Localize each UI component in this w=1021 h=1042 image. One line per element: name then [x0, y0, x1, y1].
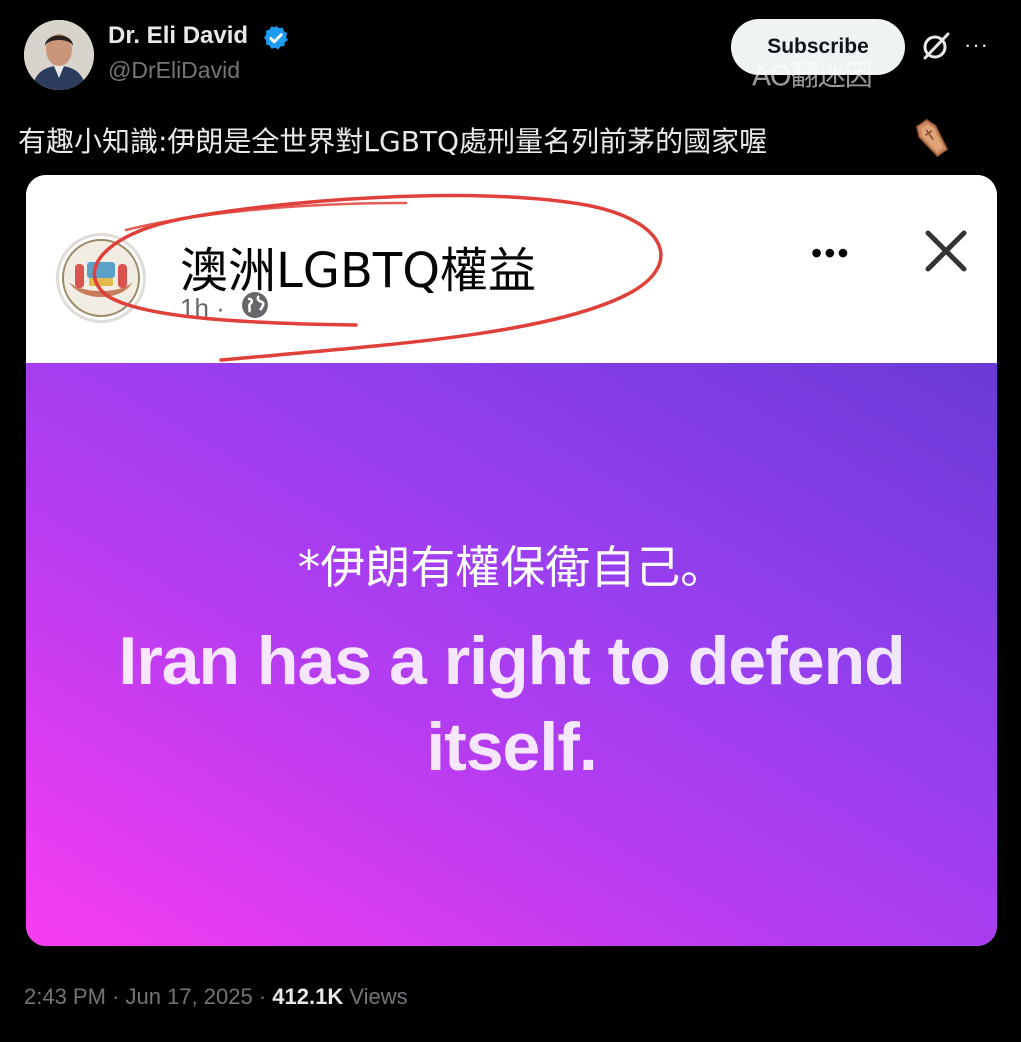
meta-separator: ·: [252, 984, 273, 1009]
tweet-metadata: 2:43 PM · Jun 17, 2025 · 412.1K Views: [24, 984, 408, 1010]
author-avatar[interactable]: [24, 20, 94, 90]
chinese-translation-caption: *伊朗有權保衛自己。: [297, 541, 726, 594]
author-handle[interactable]: @DrEliDavid: [108, 57, 240, 84]
avatar-image: [24, 20, 94, 90]
tweet-text: 有趣小知識:伊朗是全世界對LGBTQ處刑量名列前茅的國家喔: [18, 125, 768, 158]
coffin-emoji-icon: [915, 118, 949, 158]
embedded-post-header: 澳洲LGBTQ權益 1h · •••: [26, 175, 997, 365]
views-count: 412.1K: [272, 984, 344, 1009]
tweet-media-image[interactable]: 澳洲LGBTQ權益 1h · ••• *伊朗有權保衛自己。 Iran has a…: [26, 175, 997, 946]
author-name[interactable]: Dr. Eli David: [108, 22, 248, 50]
post-quote-text: Iran has a right to defend itself.: [118, 623, 905, 785]
verified-badge-icon: [263, 25, 288, 50]
post-more-icon: •••: [811, 235, 851, 271]
page-logo-icon: [56, 233, 146, 323]
page-name: 澳洲LGBTQ權益: [180, 243, 536, 299]
post-time: 1h ·: [180, 293, 225, 323]
close-icon: [925, 230, 967, 272]
tweet-timestamp[interactable]: 2:43 PM · Jun 17, 2025: [24, 984, 253, 1009]
views-label: Views: [343, 984, 408, 1009]
grok-icon[interactable]: [920, 30, 952, 62]
globe-icon: [242, 292, 268, 318]
more-horizontal-icon[interactable]: ···: [964, 32, 989, 58]
watermark-text: AO翻迷因: [752, 59, 873, 92]
post-background-gradient: *伊朗有權保衛自己。 Iran has a right to defend it…: [26, 363, 997, 946]
